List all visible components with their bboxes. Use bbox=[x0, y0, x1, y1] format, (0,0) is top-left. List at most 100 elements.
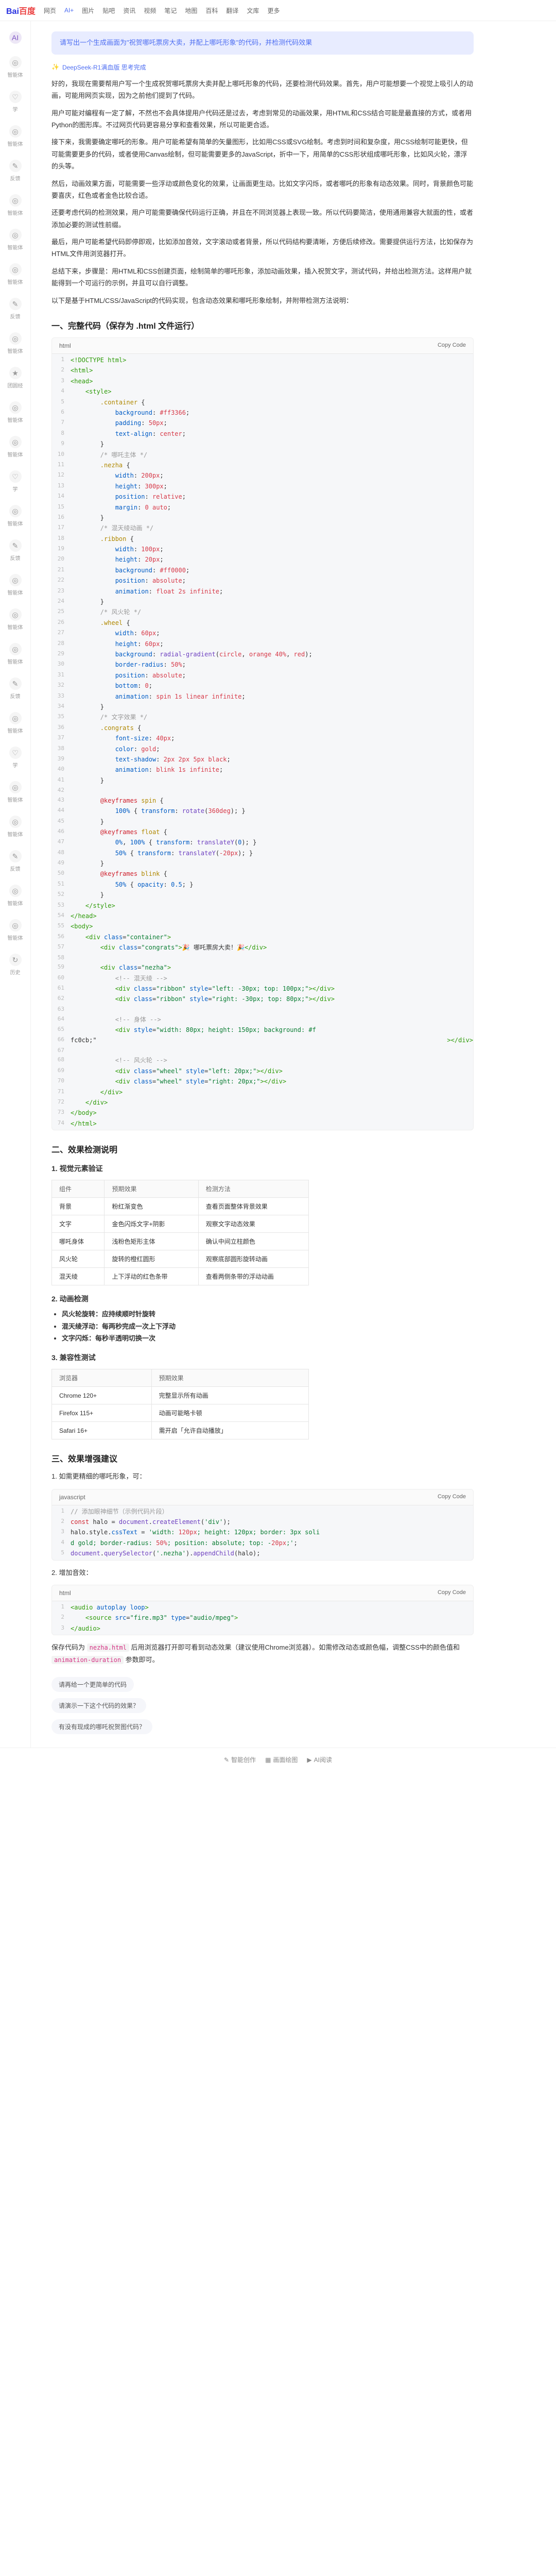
bottom-create[interactable]: ✎ 智能创作 bbox=[224, 1755, 256, 1764]
nav-map[interactable]: 地图 bbox=[185, 6, 197, 15]
section-heading: 二、效果检测说明 bbox=[51, 1143, 474, 1155]
nav-more[interactable]: 更多 bbox=[267, 6, 280, 15]
section-heading: 一、完整代码（保存为 .html 文件运行） bbox=[51, 319, 474, 331]
table-row: 文字金色闪烁文字+阴影观察文字动态效果 bbox=[52, 1215, 309, 1233]
verify-table: 组件 预期效果 检测方法 背景粉红渐变色查看页面整体背景效果文字金色闪烁文字+阴… bbox=[51, 1180, 309, 1285]
bottom-draw[interactable]: ▦ 画面绘图 bbox=[265, 1755, 298, 1764]
sub-text: 2. 增加音效： bbox=[51, 1567, 474, 1579]
list-item: 混天绫浮动：每两秒完成一次上下浮动 bbox=[62, 1320, 474, 1332]
resp-para: 用户可能对编程有一定了解，不然也不会具体提用户代码还是过去，考虑到常见的动画效果… bbox=[51, 107, 474, 131]
th: 浏览器 bbox=[52, 1369, 152, 1387]
thinking-badge[interactable]: DeepSeek-R1满血版 思考完成 bbox=[51, 63, 474, 72]
suggest-chip[interactable]: 请演示一下这个代码的效果？ bbox=[51, 1698, 146, 1713]
sub-text: 1. 如需更精细的哪吒形象，可： bbox=[51, 1470, 474, 1482]
nav-ai[interactable]: AI+ bbox=[64, 7, 74, 14]
nav-news[interactable]: 资讯 bbox=[123, 6, 135, 15]
suggest-chip[interactable]: 有没有现成的哪吒祝贺图代码？ bbox=[51, 1719, 152, 1734]
nav-video[interactable]: 视频 bbox=[144, 6, 156, 15]
sidebar-item[interactable]: ◎智能体 bbox=[8, 436, 23, 458]
bottom-read[interactable]: ▶ AI阅读 bbox=[307, 1755, 332, 1764]
code-lang: html bbox=[59, 1589, 71, 1597]
table-row: 混天绫上下浮动的红色条带查看两侧条带的浮动动画 bbox=[52, 1268, 309, 1285]
sidebar-item[interactable]: ◎智能体 bbox=[8, 401, 23, 423]
code-block-js: javascript Copy Code 1// 添加眼神细节（示例代码片段）2… bbox=[51, 1489, 474, 1561]
subsection-heading: 3. 兼容性测试 bbox=[51, 1352, 474, 1363]
subsection-heading: 1. 视觉元素验证 bbox=[51, 1163, 474, 1174]
logo: Bai百度 bbox=[6, 4, 36, 16]
code-body[interactable]: 1<audio autoplay loop>2 <source src="fir… bbox=[52, 1601, 473, 1635]
sidebar-item[interactable]: ◎智能体 bbox=[8, 56, 23, 78]
nav-tieba[interactable]: 贴吧 bbox=[102, 6, 115, 15]
nav-translate[interactable]: 翻译 bbox=[226, 6, 238, 15]
code-lang: javascript bbox=[59, 1494, 85, 1501]
th: 预期效果 bbox=[151, 1369, 308, 1387]
nav-web[interactable]: 网页 bbox=[44, 6, 56, 15]
th: 检测方法 bbox=[198, 1180, 308, 1198]
nav-image[interactable]: 图片 bbox=[82, 6, 94, 15]
section-heading: 三、效果增强建议 bbox=[51, 1452, 474, 1464]
top-nav: Bai百度 网页 AI+ 图片 贴吧 资讯 视频 笔记 地图 百科 翻译 文库 … bbox=[0, 0, 556, 21]
resp-para: 最后，用户可能希望代码即停即观，比如添加音效，文字滚动或者背景，所以代码结构要清… bbox=[51, 236, 474, 260]
sidebar-item[interactable]: ◎智能体 bbox=[8, 125, 23, 147]
sidebar-item[interactable]: ◎智能体 bbox=[8, 608, 23, 631]
resp-para: 接下来，我需要确定哪吒的形象。用户可能希望有简单的矢量图形，比如用CSS或SVG… bbox=[51, 136, 474, 172]
code-body[interactable]: 1<!DOCTYPE html>2<html>3<head>4 <style>5… bbox=[52, 354, 473, 1130]
bottom-note: 保存代码为 nezha.html 后用浏览器打开即可看到动态效果（建议使用Chr… bbox=[51, 1641, 474, 1666]
code-lang: html bbox=[59, 342, 71, 349]
sidebar-item[interactable]: ◎智能体 bbox=[8, 263, 23, 285]
sidebar-item[interactable]: ✎反馈 bbox=[9, 539, 22, 562]
sidebar-item[interactable]: ◎智能体 bbox=[8, 816, 23, 838]
copy-button[interactable]: Copy Code bbox=[438, 1494, 466, 1501]
resp-para: 然后，动画效果方面，可能需要一些浮动或颜色变化的效果，让画面更生动。比如文字闪烁… bbox=[51, 178, 474, 202]
table-row: 哪吒身体浅粉色矩形主体确认中间立柱颜色 bbox=[52, 1233, 309, 1250]
bottom-bar: ✎ 智能创作 ▦ 画面绘图 ▶ AI阅读 bbox=[0, 1748, 556, 1771]
anim-list: 风火轮旋转：应持续顺时针旋转 混天绫浮动：每两秒完成一次上下浮动 文字闪烁：每秒… bbox=[62, 1308, 474, 1344]
sidebar-item[interactable]: ✎反馈 bbox=[9, 160, 22, 182]
nav-baike[interactable]: 百科 bbox=[205, 6, 218, 15]
table-row: 背景粉红渐变色查看页面整体背景效果 bbox=[52, 1198, 309, 1215]
code-block-html: html Copy Code 1<!DOCTYPE html>2<html>3<… bbox=[51, 337, 474, 1130]
sidebar-item[interactable]: ♡学 bbox=[9, 91, 22, 113]
sidebar-item[interactable]: ◎智能体 bbox=[8, 332, 23, 354]
user-prompt: 请写出一个生成画面为"祝贺哪吒票房大卖，并配上哪吒形象"的代码，并检测代码效果 bbox=[51, 31, 474, 55]
code-body[interactable]: 1// 添加眼神细节（示例代码片段）2const halo = document… bbox=[52, 1505, 473, 1560]
sidebar-item[interactable]: ◎智能体 bbox=[8, 781, 23, 803]
nav-wenku[interactable]: 文库 bbox=[247, 6, 259, 15]
table-row: Safari 16+需开启「允许自动播放」 bbox=[52, 1422, 309, 1439]
list-item: 文字闪烁：每秒半透明切换一次 bbox=[62, 1332, 474, 1344]
sidebar-item[interactable]: ◎智能体 bbox=[8, 712, 23, 734]
sidebar-item[interactable]: ↻历史 bbox=[9, 954, 22, 976]
nav-note[interactable]: 笔记 bbox=[164, 6, 177, 15]
main-content: 请写出一个生成画面为"祝贺哪吒票房大卖，并配上哪吒形象"的代码，并检测代码效果 … bbox=[31, 21, 494, 1748]
resp-para: 以下是基于HTML/CSS/JavaScript的代码实现，包含动态效果和哪吒形… bbox=[51, 295, 474, 307]
sidebar-item[interactable]: ♡学 bbox=[9, 747, 22, 769]
code-block-audio: html Copy Code 1<audio autoplay loop>2 <… bbox=[51, 1585, 474, 1635]
resp-para: 好的，我现在需要帮用户写一个生成祝贺哪吒票房大卖并配上哪吒形象的代码，还要检测代… bbox=[51, 78, 474, 102]
copy-button[interactable]: Copy Code bbox=[438, 1589, 466, 1597]
resp-para: 总结下来，步骤是：用HTML和CSS创建页面，绘制简单的哪吒形象，添加动画效果，… bbox=[51, 265, 474, 290]
compat-table: 浏览器 预期效果 Chrome 120+完整显示所有动画Firefox 115+… bbox=[51, 1369, 309, 1439]
subsection-heading: 2. 动画检测 bbox=[51, 1294, 474, 1304]
sidebar-item[interactable]: ◎智能体 bbox=[8, 919, 23, 941]
sidebar-item[interactable]: ✎反馈 bbox=[9, 850, 22, 872]
sidebar-item[interactable]: ♡学 bbox=[9, 470, 22, 493]
sidebar-item[interactable]: ◎智能体 bbox=[8, 574, 23, 596]
sidebar-ai[interactable]: AI bbox=[9, 31, 22, 44]
th: 组件 bbox=[52, 1180, 105, 1198]
ai-response: 好的，我现在需要帮用户写一个生成祝贺哪吒票房大卖并配上哪吒形象的代码，还要检测代… bbox=[51, 78, 474, 1738]
table-row: Chrome 120+完整显示所有动画 bbox=[52, 1387, 309, 1404]
resp-para: 还要考虑代码的检测效果，用户可能需要确保代码运行正确，并且在不同浏览器上表现一致… bbox=[51, 207, 474, 231]
suggest-chip[interactable]: 请再给一个更简单的代码 bbox=[51, 1677, 134, 1692]
sidebar-item[interactable]: ★团圆经 bbox=[8, 367, 23, 389]
sidebar-item[interactable]: ◎智能体 bbox=[8, 643, 23, 665]
sidebar-item[interactable]: ✎反馈 bbox=[9, 677, 22, 700]
sidebar-item[interactable]: ✎反馈 bbox=[9, 298, 22, 320]
sidebar: AI ◎智能体 ♡学 ◎智能体 ✎反馈 ◎智能体 ◎智能体 ◎智能体 ✎反馈 ◎… bbox=[0, 21, 31, 1748]
list-item: 风火轮旋转：应持续顺时针旋转 bbox=[62, 1308, 474, 1320]
sidebar-item[interactable]: ◎智能体 bbox=[8, 505, 23, 527]
sidebar-item[interactable]: ◎智能体 bbox=[8, 194, 23, 216]
sidebar-item[interactable]: ◎智能体 bbox=[8, 229, 23, 251]
copy-button[interactable]: Copy Code bbox=[438, 342, 466, 349]
sidebar-item[interactable]: ◎智能体 bbox=[8, 885, 23, 907]
th: 预期效果 bbox=[105, 1180, 198, 1198]
